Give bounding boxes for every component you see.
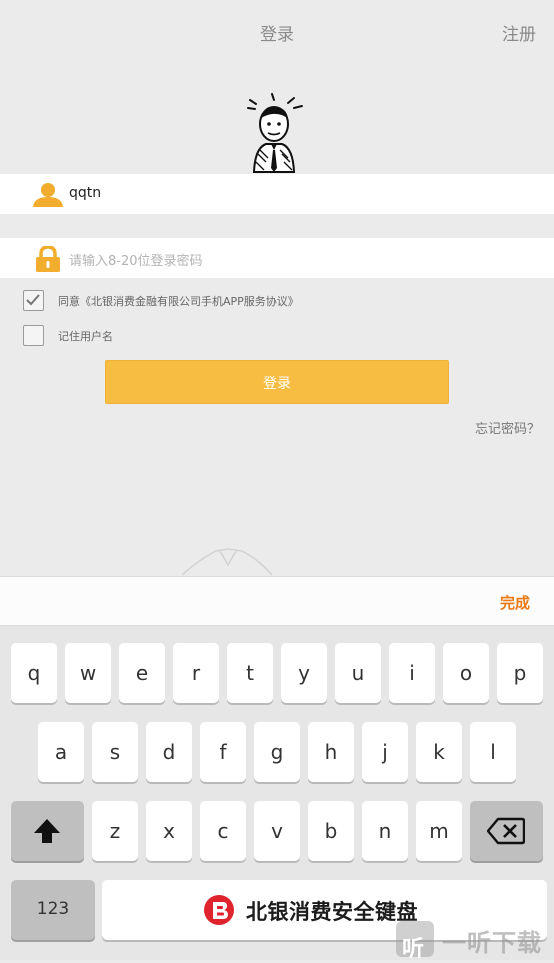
key-c[interactable]: c (200, 801, 246, 861)
key-b[interactable]: b (308, 801, 354, 861)
key-label: p (513, 661, 527, 685)
key-label: f (219, 740, 227, 764)
bank-logo-icon (204, 895, 234, 925)
key-label: j (382, 740, 388, 764)
key-label: i (409, 661, 415, 685)
key-label: s (109, 740, 121, 764)
key-label: b (324, 819, 338, 843)
key-label: q (27, 661, 41, 685)
keyboard-brand-label: 北银消费安全键盘 (246, 900, 418, 924)
login-button-label: 登录 (263, 376, 291, 392)
key-h[interactable]: h (308, 722, 354, 782)
key-x[interactable]: x (146, 801, 192, 861)
key-label: m (429, 819, 449, 843)
remember-label[interactable]: 记住用户名 (58, 328, 113, 344)
username-value: qqtn (69, 185, 102, 201)
lock-icon (36, 246, 60, 272)
key-label: t (246, 661, 254, 685)
agree-checkbox[interactable] (23, 290, 44, 311)
key-label: o (459, 661, 473, 685)
watermark-text: 一听下载 (442, 929, 542, 957)
done-button[interactable]: 完成 (500, 592, 530, 613)
key-y[interactable]: y (281, 643, 327, 703)
key-d[interactable]: d (146, 722, 192, 782)
key-label: w (79, 661, 97, 685)
key-label: l (490, 740, 496, 764)
remember-checkbox[interactable] (23, 325, 44, 346)
key-p[interactable]: p (497, 643, 543, 703)
key-v[interactable]: v (254, 801, 300, 861)
key-label: z (109, 819, 121, 843)
key-label: 123 (36, 899, 70, 919)
key-i[interactable]: i (389, 643, 435, 703)
key-label: v (271, 819, 283, 843)
register-link[interactable]: 注册 (502, 20, 536, 45)
key-f[interactable]: f (200, 722, 246, 782)
key-t[interactable]: t (227, 643, 273, 703)
key-label: d (162, 740, 176, 764)
password-placeholder: 请输入8-20位登录密码 (69, 254, 203, 269)
agree-label[interactable]: 同意《北银消费金融有限公司手机APP服务协议》 (58, 293, 299, 309)
shift-icon (34, 819, 60, 843)
key-label: k (433, 740, 445, 764)
page-title: 登录 (260, 25, 294, 45)
key-label: g (270, 740, 284, 764)
backspace-key[interactable] (470, 801, 543, 861)
key-label: a (54, 740, 68, 764)
password-field[interactable]: 请输入8-20位登录密码 (0, 238, 554, 278)
key-s[interactable]: s (92, 722, 138, 782)
check-icon (26, 294, 40, 306)
key-l[interactable]: l (470, 722, 516, 782)
watermark: 听 一听下载 (396, 915, 554, 962)
key-label: c (217, 819, 229, 843)
key-label: h (324, 740, 338, 764)
keyboard-toolbar: 完成 (0, 576, 554, 626)
key-label: r (191, 661, 201, 685)
avatar (247, 93, 303, 173)
key-e[interactable]: e (119, 643, 165, 703)
key-label: n (378, 819, 392, 843)
numeric-toggle-key[interactable]: 123 (11, 880, 95, 940)
key-j[interactable]: j (362, 722, 408, 782)
key-u[interactable]: u (335, 643, 381, 703)
user-icon (33, 183, 63, 207)
key-label: e (135, 661, 149, 685)
forgot-password-link[interactable]: 忘记密码？ (475, 418, 540, 437)
key-n[interactable]: n (362, 801, 408, 861)
top-bar: 登录 注册 (0, 0, 554, 64)
username-field[interactable]: qqtn (0, 174, 554, 214)
key-m[interactable]: m (416, 801, 462, 861)
login-button[interactable]: 登录 (105, 360, 449, 404)
key-z[interactable]: z (92, 801, 138, 861)
decorative-sketch (181, 548, 273, 576)
key-q[interactable]: q (11, 643, 57, 703)
key-k[interactable]: k (416, 722, 462, 782)
key-w[interactable]: w (65, 643, 111, 703)
key-label: y (298, 661, 310, 685)
key-a[interactable]: a (38, 722, 84, 782)
key-r[interactable]: r (173, 643, 219, 703)
key-g[interactable]: g (254, 722, 300, 782)
key-o[interactable]: o (443, 643, 489, 703)
key-label: u (351, 661, 365, 685)
key-label: x (163, 819, 175, 843)
backspace-icon (487, 817, 525, 845)
watermark-logo-text: 听 (402, 937, 425, 962)
shift-key[interactable] (11, 801, 84, 861)
secure-keyboard: q w e r t y u i o p a s d f g h j k l z … (0, 626, 554, 960)
watermark-logo: 听 (396, 921, 434, 962)
